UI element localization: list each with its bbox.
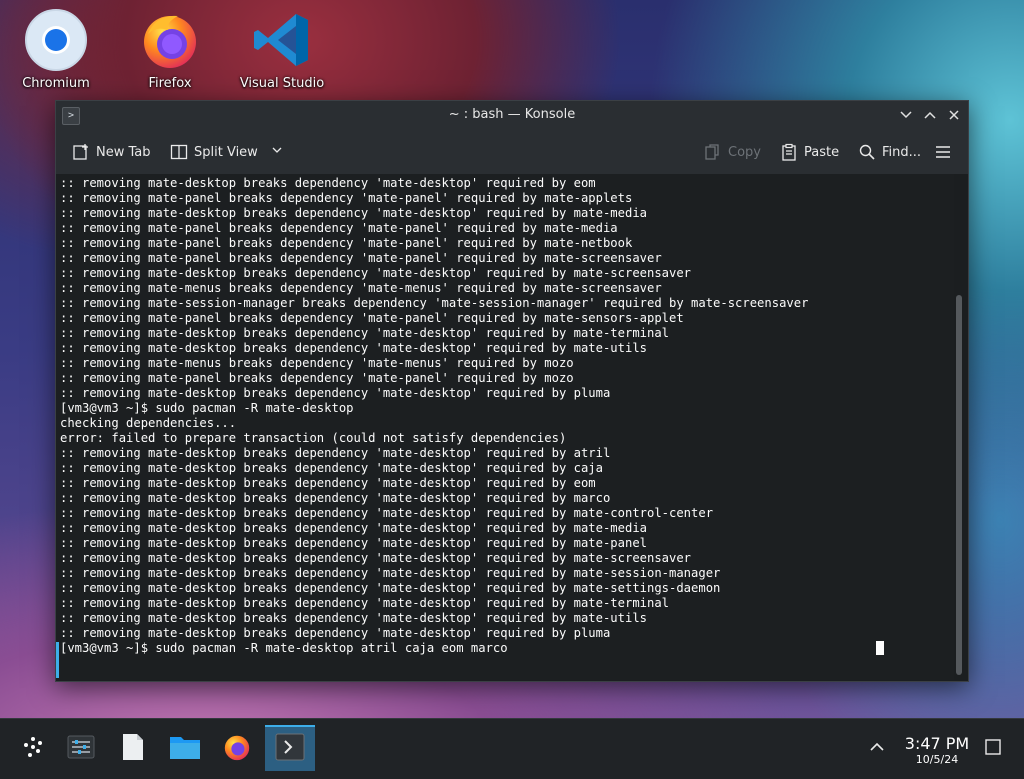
terminal-cursor bbox=[876, 641, 884, 655]
taskbar-application-launcher[interactable] bbox=[10, 727, 56, 771]
paste-icon bbox=[780, 143, 798, 161]
show-desktop-icon bbox=[984, 738, 1002, 760]
window-title: ~ : bash — Konsole bbox=[448, 107, 576, 122]
chevron-down-icon[interactable] bbox=[270, 143, 284, 161]
split-view-label: Split View bbox=[194, 144, 258, 160]
terminal-line: :: removing mate-desktop breaks dependen… bbox=[60, 536, 647, 550]
terminal-scrollbar[interactable] bbox=[956, 179, 964, 677]
settings-sliders-icon bbox=[66, 734, 96, 764]
terminal-line: :: removing mate-desktop breaks dependen… bbox=[60, 386, 611, 400]
new-tab-button[interactable]: New Tab bbox=[72, 140, 151, 164]
digital-clock[interactable]: 3:47 PM 10/5/24 bbox=[902, 735, 972, 767]
terminal-line: :: removing mate-desktop breaks dependen… bbox=[60, 506, 714, 520]
firefox-icon bbox=[222, 732, 252, 766]
window-titlebar[interactable]: > ~ : bash — Konsole bbox=[56, 101, 968, 130]
terminal-line: checking dependencies... bbox=[60, 416, 237, 430]
terminal-line: :: removing mate-desktop breaks dependen… bbox=[60, 551, 692, 565]
terminal-line: :: removing mate-desktop breaks dependen… bbox=[60, 341, 647, 355]
scrollbar-thumb[interactable] bbox=[956, 295, 962, 675]
terminal-line: :: removing mate-panel breaks dependency… bbox=[60, 251, 662, 265]
chevron-up-icon bbox=[868, 738, 886, 760]
terminal-line: :: removing mate-desktop breaks dependen… bbox=[60, 566, 721, 580]
chromium-icon bbox=[24, 8, 88, 72]
terminal-line: :: removing mate-desktop breaks dependen… bbox=[60, 596, 670, 610]
paste-button[interactable]: Paste bbox=[780, 140, 839, 164]
terminal-line: :: removing mate-session-manager breaks … bbox=[60, 296, 809, 310]
copy-icon bbox=[704, 143, 722, 161]
terminal-line: :: removing mate-menus breaks dependency… bbox=[60, 281, 662, 295]
konsole-app-icon[interactable]: > bbox=[62, 107, 80, 125]
terminal-line: :: removing mate-desktop breaks dependen… bbox=[60, 461, 603, 475]
terminal-icon bbox=[275, 733, 305, 765]
desktop-icon-label: Visual Studio bbox=[239, 76, 325, 91]
system-tray-expand[interactable] bbox=[864, 727, 890, 771]
terminal-line: :: removing mate-desktop breaks dependen… bbox=[60, 521, 647, 535]
terminal-line: error: failed to prepare transaction (co… bbox=[60, 431, 567, 445]
terminal-line: :: removing mate-desktop breaks dependen… bbox=[60, 581, 721, 595]
konsole-window[interactable]: > ~ : bash — Konsole New Tab Split View bbox=[55, 100, 969, 682]
taskbar-system-settings[interactable] bbox=[58, 727, 104, 771]
search-icon bbox=[858, 143, 876, 161]
terminal-line: :: removing mate-desktop breaks dependen… bbox=[60, 266, 692, 280]
split-view-button[interactable]: Split View bbox=[170, 140, 284, 164]
hamburger-menu-icon bbox=[934, 143, 952, 161]
minimize-icon[interactable] bbox=[896, 105, 916, 125]
taskbar: 3:47 PM 10/5/24 bbox=[0, 718, 1024, 779]
close-icon[interactable] bbox=[944, 105, 964, 125]
show-desktop-button[interactable] bbox=[980, 727, 1006, 771]
terminal-line: :: removing mate-menus breaks dependency… bbox=[60, 356, 574, 370]
taskbar-konsole[interactable] bbox=[265, 725, 315, 771]
terminal-line: [vm3@vm3 ~]$ sudo pacman -R mate-desktop… bbox=[60, 641, 508, 655]
desktop-icon-label: Chromium bbox=[22, 76, 90, 91]
copy-label: Copy bbox=[728, 144, 761, 160]
terminal-line: :: removing mate-panel breaks dependency… bbox=[60, 191, 633, 205]
launcher-icon bbox=[20, 734, 46, 764]
split-view-icon bbox=[170, 143, 188, 161]
hamburger-menu-button[interactable] bbox=[934, 140, 952, 164]
find-label: Find... bbox=[882, 144, 922, 160]
taskbar-files[interactable] bbox=[162, 727, 208, 771]
terminal-line: :: removing mate-desktop breaks dependen… bbox=[60, 611, 647, 625]
document-icon bbox=[121, 733, 145, 765]
new-tab-label: New Tab bbox=[96, 144, 151, 160]
folder-icon bbox=[169, 734, 201, 764]
taskbar-text-document[interactable] bbox=[110, 727, 156, 771]
terminal-line: :: removing mate-desktop breaks dependen… bbox=[60, 626, 611, 640]
terminal-line: :: removing mate-desktop breaks dependen… bbox=[60, 446, 611, 460]
new-tab-icon bbox=[72, 143, 90, 161]
terminal-line: :: removing mate-panel breaks dependency… bbox=[60, 311, 684, 325]
desktop-icon-firefox[interactable]: Firefox bbox=[120, 8, 220, 91]
desktop-icon-label: Firefox bbox=[148, 76, 192, 91]
copy-button[interactable]: Copy bbox=[704, 140, 761, 164]
terminal-focus-indicator bbox=[56, 642, 59, 678]
konsole-toolbar: New Tab Split View Copy Paste Find... bbox=[56, 130, 968, 174]
desktop-icon-chromium[interactable]: Chromium bbox=[6, 8, 106, 91]
terminal-line: :: removing mate-desktop breaks dependen… bbox=[60, 206, 647, 220]
clock-time: 3:47 PM bbox=[904, 734, 970, 753]
terminal-line: :: removing mate-desktop breaks dependen… bbox=[60, 476, 596, 490]
terminal-line: :: removing mate-panel breaks dependency… bbox=[60, 236, 633, 250]
terminal-line: :: removing mate-desktop breaks dependen… bbox=[60, 176, 596, 190]
maximize-icon[interactable] bbox=[920, 105, 940, 125]
terminal-line: :: removing mate-desktop breaks dependen… bbox=[60, 326, 670, 340]
desktop-icon-visual-studio[interactable]: Visual Studio bbox=[232, 8, 332, 91]
terminal-line: [vm3@vm3 ~]$ sudo pacman -R mate-desktop bbox=[60, 401, 354, 415]
firefox-icon bbox=[138, 8, 202, 72]
terminal-line: :: removing mate-panel breaks dependency… bbox=[60, 371, 574, 385]
terminal-line: :: removing mate-desktop breaks dependen… bbox=[60, 491, 611, 505]
clock-date: 10/5/24 bbox=[915, 753, 959, 766]
find-button[interactable]: Find... bbox=[858, 140, 921, 164]
terminal-line: :: removing mate-panel breaks dependency… bbox=[60, 221, 618, 235]
terminal-output[interactable]: :: removing mate-desktop breaks dependen… bbox=[56, 174, 954, 680]
paste-label: Paste bbox=[804, 144, 840, 160]
taskbar-firefox[interactable] bbox=[214, 727, 260, 771]
vscode-icon bbox=[250, 8, 314, 72]
